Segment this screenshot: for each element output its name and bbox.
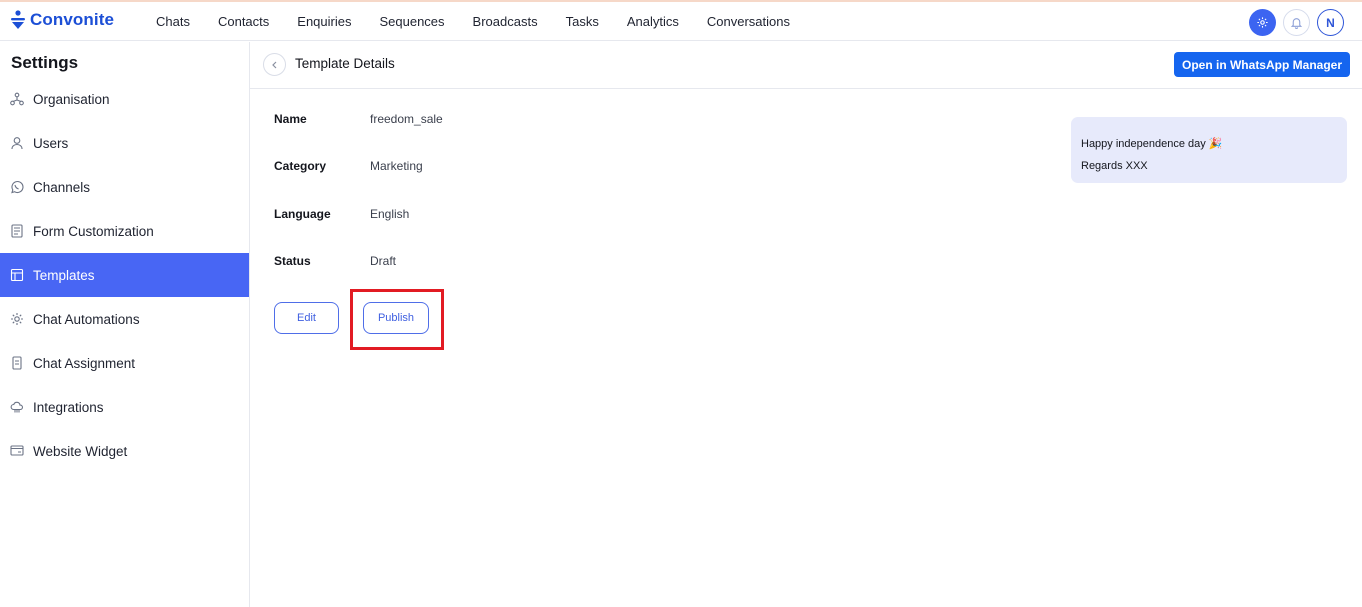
status-value: Draft bbox=[370, 254, 397, 268]
sidebar-item-label: Channels bbox=[33, 179, 91, 195]
brand-name: Convonite bbox=[30, 10, 115, 29]
automation-icon bbox=[10, 312, 24, 326]
nav-item-broadcasts[interactable]: Broadcasts bbox=[459, 14, 552, 29]
nav-item-tasks[interactable]: Tasks bbox=[552, 14, 613, 29]
name-value: freedom_sale bbox=[370, 112, 443, 126]
settings-button[interactable] bbox=[1249, 9, 1276, 36]
open-whatsapp-manager-button[interactable]: Open in WhatsApp Manager bbox=[1173, 52, 1350, 77]
top-nav: Convonite Chats Contacts Enquiries Seque… bbox=[0, 2, 1362, 41]
status-label: Status bbox=[274, 254, 311, 268]
sidebar-item-label: Integrations bbox=[33, 399, 104, 415]
sidebar-title: Settings bbox=[11, 53, 79, 72]
nav-item-contacts[interactable]: Contacts bbox=[204, 14, 283, 29]
sidebar-item-chat-assignment[interactable]: Chat Assignment bbox=[0, 341, 249, 385]
template-icon bbox=[10, 268, 24, 282]
integrations-icon bbox=[10, 400, 24, 414]
sidebar-item-label: Chat Automations bbox=[33, 311, 140, 327]
nav-item-enquiries[interactable]: Enquiries bbox=[283, 14, 365, 29]
avatar[interactable]: N bbox=[1317, 9, 1344, 36]
preview-line-1: Happy independence day 🎉 bbox=[1081, 138, 1223, 150]
whatsapp-icon bbox=[10, 180, 24, 194]
sidebar-item-label: Form Customization bbox=[33, 223, 154, 239]
page-title: Template Details bbox=[295, 56, 395, 71]
assignment-icon bbox=[10, 356, 24, 370]
sidebar-item-label: Website Widget bbox=[33, 443, 128, 459]
nav-menu: Chats Contacts Enquiries Sequences Broad… bbox=[142, 14, 804, 29]
notifications-button[interactable] bbox=[1283, 9, 1310, 36]
nav-actions: N bbox=[1242, 9, 1344, 36]
nav-item-conversations[interactable]: Conversations bbox=[693, 14, 804, 29]
nav-item-chats[interactable]: Chats bbox=[142, 14, 204, 29]
sidebar-item-channels[interactable]: Channels bbox=[0, 165, 249, 209]
chevron-left-icon bbox=[271, 61, 276, 68]
sidebar-item-templates[interactable]: Templates bbox=[0, 253, 249, 297]
nav-item-analytics[interactable]: Analytics bbox=[613, 14, 693, 29]
sidebar-item-integrations[interactable]: Integrations bbox=[0, 385, 249, 429]
settings-sidebar: Settings Organisation Users Channels For… bbox=[0, 42, 250, 607]
back-button[interactable] bbox=[263, 53, 286, 76]
brand[interactable]: Convonite bbox=[10, 10, 114, 30]
nav-item-sequences[interactable]: Sequences bbox=[365, 14, 458, 29]
sidebar-item-users[interactable]: Users bbox=[0, 121, 249, 165]
sidebar-item-label: Chat Assignment bbox=[33, 355, 136, 371]
name-label: Name bbox=[274, 112, 307, 126]
language-value: English bbox=[370, 207, 410, 221]
sidebar-item-website-widget[interactable]: Website Widget bbox=[0, 429, 249, 473]
gear-icon bbox=[1257, 17, 1268, 28]
page-header: Template Details Open in WhatsApp Manage… bbox=[250, 42, 1362, 89]
user-icon bbox=[10, 136, 24, 150]
sidebar-item-label: Organisation bbox=[33, 91, 110, 107]
edit-button[interactable]: Edit bbox=[274, 302, 339, 334]
widget-icon bbox=[10, 444, 24, 458]
language-label: Language bbox=[274, 207, 331, 221]
publish-highlight-box bbox=[350, 289, 444, 350]
form-icon bbox=[10, 224, 24, 238]
sidebar-item-chat-automations[interactable]: Chat Automations bbox=[0, 297, 249, 341]
category-label: Category bbox=[274, 159, 327, 173]
template-preview-bubble: Happy independence day 🎉 Regards XXX bbox=[1071, 117, 1347, 183]
preview-line-2: Regards XXX bbox=[1081, 160, 1148, 172]
sidebar-item-label: Templates bbox=[33, 267, 95, 283]
brand-logo-icon bbox=[11, 10, 25, 29]
sidebar-item-organisation[interactable]: Organisation bbox=[0, 77, 249, 121]
category-value: Marketing bbox=[370, 159, 423, 173]
organisation-icon bbox=[10, 92, 24, 106]
sidebar-item-label: Users bbox=[33, 135, 69, 151]
sidebar-item-form-customization[interactable]: Form Customization bbox=[0, 209, 249, 253]
bell-icon bbox=[1290, 18, 1303, 29]
